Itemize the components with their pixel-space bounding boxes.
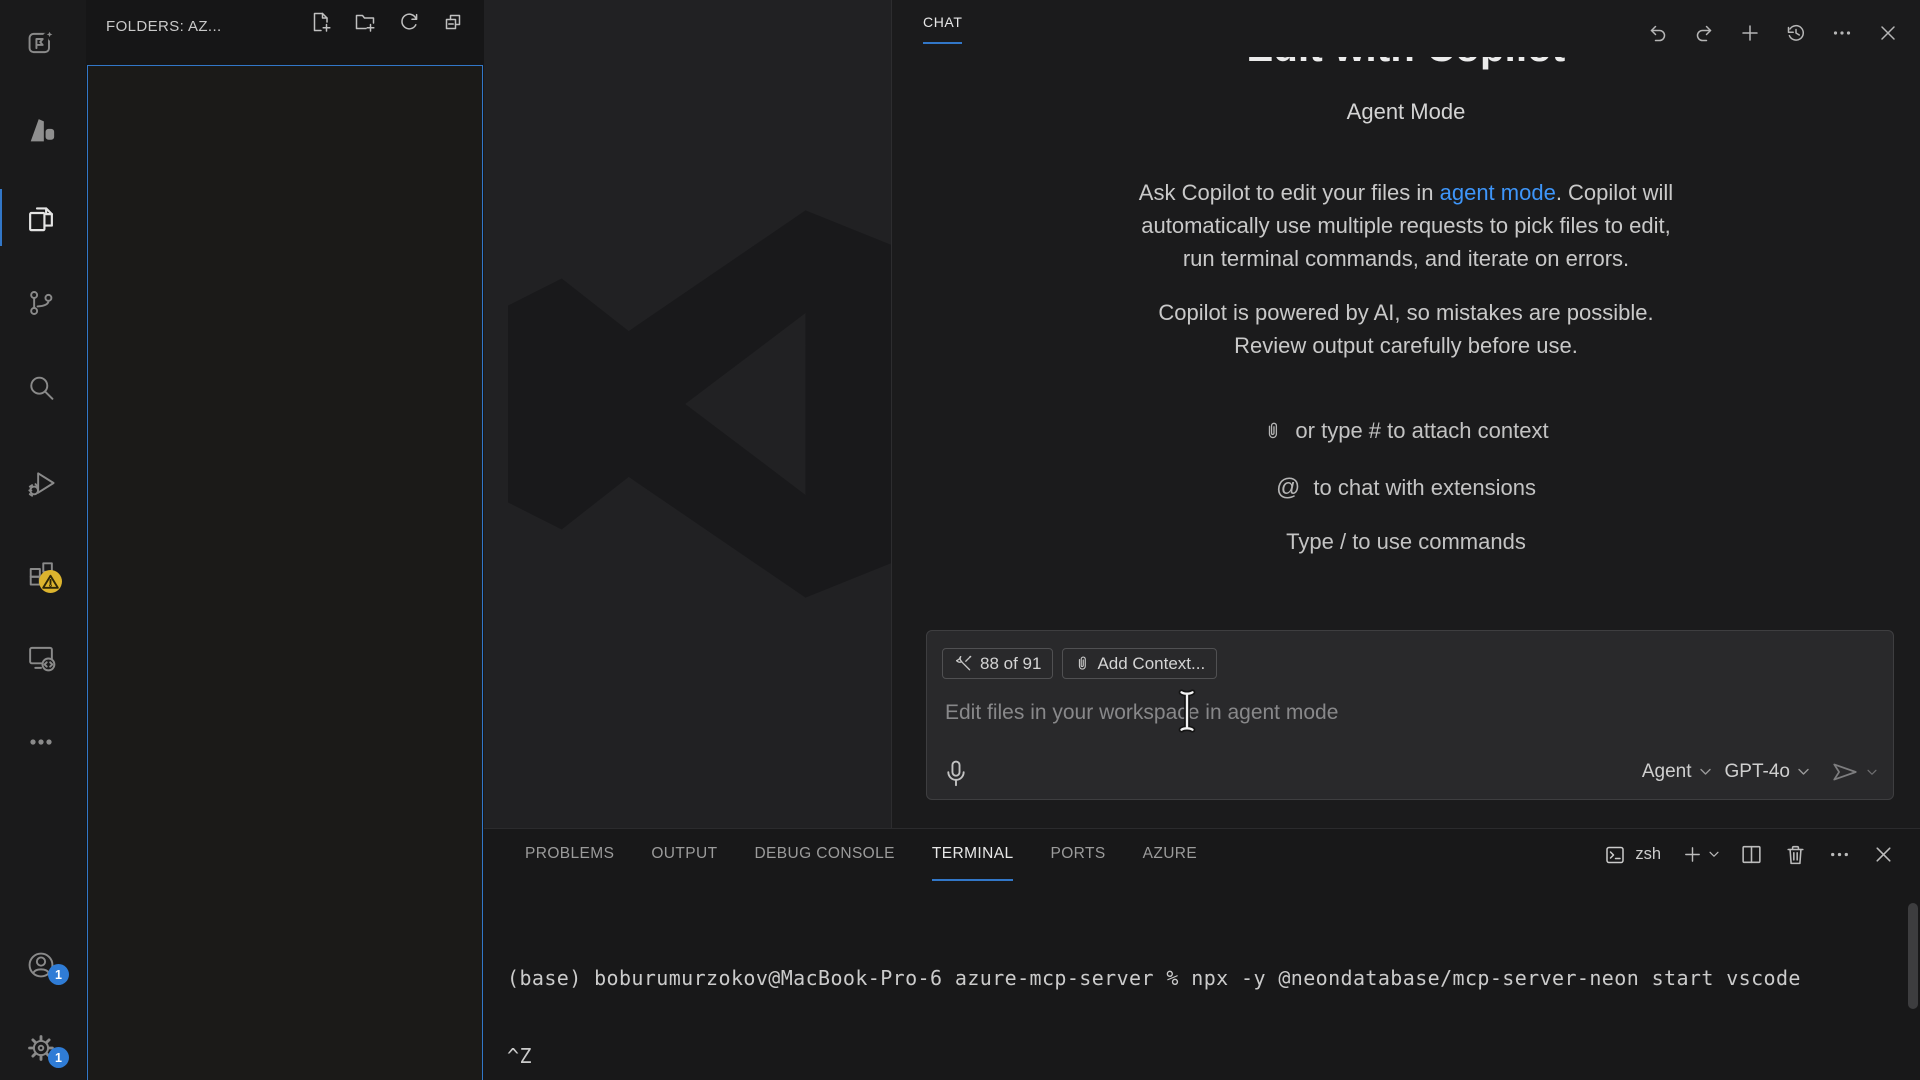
tab-chat[interactable]: CHAT	[923, 14, 962, 44]
tools-picker-button[interactable]: 88 of 91	[942, 648, 1053, 679]
tab-debug-console[interactable]: DEBUG CONSOLE	[754, 829, 894, 881]
send-button[interactable]	[1831, 761, 1877, 783]
hint-use-commands: Type / to use commands	[892, 529, 1920, 555]
terminal-line: (base) boburumurzokov@MacBook-Pro-6 azur…	[507, 965, 1801, 991]
tab-azure[interactable]: AZURE	[1143, 829, 1198, 881]
tab-terminal[interactable]: TERMINAL	[932, 829, 1014, 881]
folders-sidebar: FOLDERS: AZ...	[86, 0, 484, 1080]
new-terminal-button[interactable]	[1682, 844, 1719, 865]
chat-subtitle: Agent Mode	[892, 99, 1920, 125]
new-chat-icon[interactable]	[1739, 22, 1761, 44]
extensions-icon[interactable]	[25, 557, 57, 589]
terminal-line: ^Z	[507, 1043, 1801, 1069]
tab-problems[interactable]: PROBLEMS	[525, 829, 614, 881]
shell-selector[interactable]: zsh	[1604, 844, 1661, 866]
chat-input-box[interactable]: 88 of 91 Add Context... Edit files in yo…	[926, 630, 1894, 800]
explorer-tree-area[interactable]	[87, 65, 483, 1080]
accounts-icon[interactable]: 1	[25, 949, 57, 981]
panel-tabs: PROBLEMS OUTPUT DEBUG CONSOLE TERMINAL P…	[525, 829, 1197, 881]
model-picker[interactable]: GPT-4o	[1725, 761, 1809, 783]
editor-area[interactable]	[484, 0, 891, 828]
collapse-all-icon[interactable]	[442, 11, 464, 33]
extensions-warning-badge	[39, 570, 62, 593]
bottom-panel: PROBLEMS OUTPUT DEBUG CONSOLE TERMINAL P…	[484, 828, 1920, 1080]
source-control-icon[interactable]	[25, 287, 57, 319]
text-cursor	[1177, 689, 1197, 733]
undo-icon[interactable]	[1647, 22, 1669, 44]
more-views-icon[interactable]	[25, 726, 57, 758]
paperclip-icon	[1263, 420, 1282, 443]
chat-intro-text: Ask Copilot to edit your files in agent …	[892, 176, 1920, 275]
mode-picker[interactable]: Agent	[1642, 761, 1711, 783]
search-icon[interactable]	[25, 372, 57, 404]
terminal-scrollbar[interactable]	[1908, 903, 1918, 1009]
vscode-watermark-logo	[508, 208, 891, 600]
history-icon[interactable]	[1785, 22, 1807, 44]
refresh-icon[interactable]	[398, 11, 420, 33]
chat-panel-header: CHAT	[892, 0, 1920, 57]
close-panel-icon[interactable]	[1872, 843, 1895, 866]
more-actions-icon[interactable]	[1831, 22, 1853, 44]
terminal-output[interactable]: (base) boburumurzokov@MacBook-Pro-6 azur…	[507, 913, 1801, 1080]
paperclip-icon	[1074, 654, 1090, 674]
tab-ports[interactable]: PORTS	[1050, 829, 1105, 881]
activity-bar: 1 1	[0, 0, 86, 1080]
chevron-down-icon	[1700, 768, 1711, 776]
run-debug-icon[interactable]	[25, 467, 57, 499]
settings-badge: 1	[48, 1047, 69, 1068]
redo-icon[interactable]	[1693, 22, 1715, 44]
add-context-button[interactable]: Add Context...	[1062, 648, 1217, 679]
new-file-icon[interactable]	[310, 11, 332, 33]
new-folder-icon[interactable]	[354, 11, 376, 33]
split-terminal-icon[interactable]	[1740, 843, 1763, 866]
chat-caution-text: Copilot is powered by AI, so mistakes ar…	[892, 296, 1920, 362]
panel-more-icon[interactable]	[1828, 843, 1851, 866]
tab-output[interactable]: OUTPUT	[651, 829, 717, 881]
gray-logo-icon[interactable]	[25, 114, 57, 146]
chevron-down-icon	[1867, 769, 1877, 776]
active-view-indicator	[0, 189, 2, 246]
close-panel-icon[interactable]	[1877, 22, 1899, 44]
kill-terminal-icon[interactable]	[1784, 843, 1807, 866]
hint-chat-extensions: @ to chat with extensions	[892, 474, 1920, 502]
tools-icon	[954, 654, 973, 673]
agent-mode-link[interactable]: agent mode	[1440, 180, 1556, 205]
sidebar-title: FOLDERS: AZ...	[106, 18, 222, 35]
at-icon: @	[1276, 474, 1300, 502]
accounts-badge: 1	[48, 964, 69, 985]
explorer-icon[interactable]	[25, 201, 57, 233]
chevron-down-icon	[1798, 768, 1809, 776]
settings-gear-icon[interactable]: 1	[25, 1032, 57, 1064]
copilot-chat-panel: Edit with Copilot CHAT	[891, 0, 1920, 828]
hint-attach-context: or type # to attach context	[892, 418, 1920, 444]
remote-explorer-icon[interactable]	[25, 641, 57, 673]
mic-icon[interactable]	[943, 758, 969, 786]
extension-sparkle-icon[interactable]	[25, 27, 57, 59]
chat-text-input[interactable]: Edit files in your workspace in agent mo…	[945, 701, 1338, 725]
